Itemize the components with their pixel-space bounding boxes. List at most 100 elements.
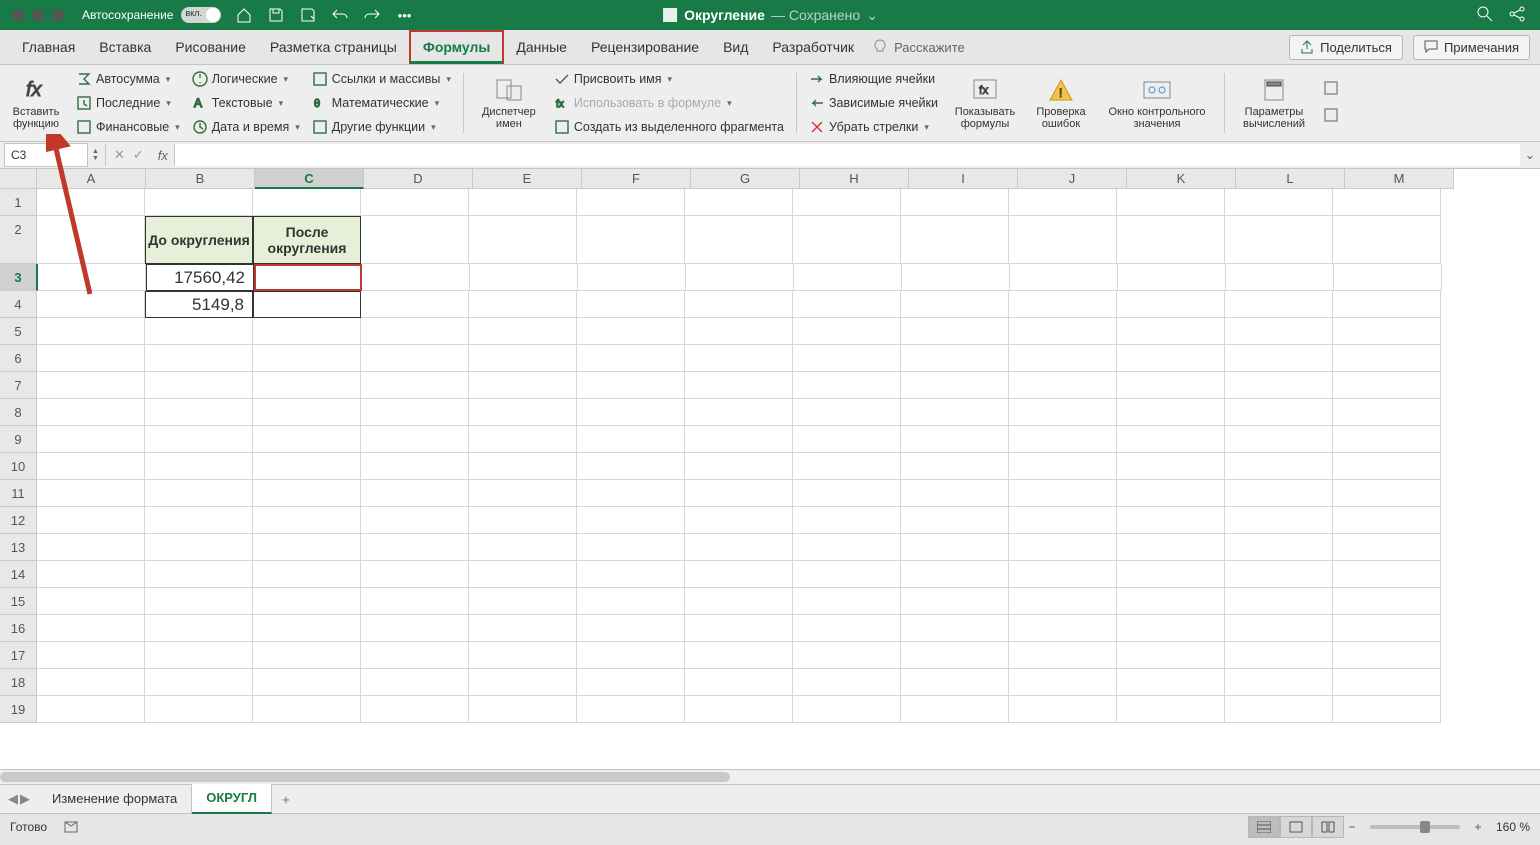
expand-formula-bar-icon[interactable]: ⌄	[1520, 147, 1540, 163]
cell-F7[interactable]	[577, 372, 685, 399]
sheet-tab-1[interactable]: ОКРУГЛ	[192, 784, 272, 814]
cell-B9[interactable]	[145, 426, 253, 453]
cell-J7[interactable]	[1009, 372, 1117, 399]
cell-F10[interactable]	[577, 453, 685, 480]
cell-L8[interactable]	[1225, 399, 1333, 426]
cell-B7[interactable]	[145, 372, 253, 399]
page-layout-view-button[interactable]	[1280, 816, 1312, 838]
cell-K17[interactable]	[1117, 642, 1225, 669]
cell-D17[interactable]	[361, 642, 469, 669]
cell-E17[interactable]	[469, 642, 577, 669]
cell-L6[interactable]	[1225, 345, 1333, 372]
cell-A11[interactable]	[37, 480, 145, 507]
cell-B13[interactable]	[145, 534, 253, 561]
row-header-12[interactable]: 12	[0, 507, 37, 534]
accessibility-icon[interactable]	[63, 818, 79, 837]
cell-J1[interactable]	[1009, 189, 1117, 216]
col-header-F[interactable]: F	[582, 169, 691, 189]
cell-K5[interactable]	[1117, 318, 1225, 345]
cell-A5[interactable]	[37, 318, 145, 345]
cell-A13[interactable]	[37, 534, 145, 561]
zoom-out-button[interactable]: −	[1344, 820, 1360, 834]
row-header-18[interactable]: 18	[0, 669, 37, 696]
cell-H5[interactable]	[793, 318, 901, 345]
cell-K7[interactable]	[1117, 372, 1225, 399]
cell-A4[interactable]	[37, 291, 145, 318]
cell-J3[interactable]	[1010, 264, 1118, 291]
row-header-6[interactable]: 6	[0, 345, 37, 372]
cell-L7[interactable]	[1225, 372, 1333, 399]
cell-K10[interactable]	[1117, 453, 1225, 480]
add-sheet-button[interactable]: +	[272, 792, 300, 807]
cell-A3[interactable]	[38, 264, 146, 291]
share-icon[interactable]	[1508, 5, 1526, 26]
cell-B5[interactable]	[145, 318, 253, 345]
cell-M13[interactable]	[1333, 534, 1441, 561]
cell-A15[interactable]	[37, 588, 145, 615]
cell-J5[interactable]	[1009, 318, 1117, 345]
cell-M19[interactable]	[1333, 696, 1441, 723]
cell-C18[interactable]	[253, 669, 361, 696]
cell-G11[interactable]	[685, 480, 793, 507]
col-header-C[interactable]: C	[255, 169, 364, 189]
cell-G2[interactable]	[685, 216, 793, 264]
cell-E2[interactable]	[469, 216, 577, 264]
cell-M1[interactable]	[1333, 189, 1441, 216]
cell-F14[interactable]	[577, 561, 685, 588]
cell-E16[interactable]	[469, 615, 577, 642]
row-header-13[interactable]: 13	[0, 534, 37, 561]
autosave-toggle[interactable]: вкл.	[181, 7, 221, 23]
cell-B6[interactable]	[145, 345, 253, 372]
cell-A18[interactable]	[37, 669, 145, 696]
undo-icon[interactable]	[331, 6, 349, 24]
cell-B15[interactable]	[145, 588, 253, 615]
col-header-J[interactable]: J	[1018, 169, 1127, 189]
cell-J17[interactable]	[1009, 642, 1117, 669]
close-icon[interactable]	[12, 9, 24, 21]
cell-B17[interactable]	[145, 642, 253, 669]
cell-G12[interactable]	[685, 507, 793, 534]
cell-L3[interactable]	[1226, 264, 1334, 291]
zoom-slider[interactable]	[1370, 825, 1460, 829]
cell-K6[interactable]	[1117, 345, 1225, 372]
cell-H11[interactable]	[793, 480, 901, 507]
cell-F8[interactable]	[577, 399, 685, 426]
cell-I13[interactable]	[901, 534, 1009, 561]
cell-G14[interactable]	[685, 561, 793, 588]
cell-A19[interactable]	[37, 696, 145, 723]
cell-H9[interactable]	[793, 426, 901, 453]
tell-me[interactable]: Расскажите	[872, 39, 965, 55]
cell-L10[interactable]	[1225, 453, 1333, 480]
cell-D14[interactable]	[361, 561, 469, 588]
tab-data[interactable]: Данные	[504, 30, 579, 64]
cell-D10[interactable]	[361, 453, 469, 480]
cell-I17[interactable]	[901, 642, 1009, 669]
row-header-19[interactable]: 19	[0, 696, 37, 723]
cell-E3[interactable]	[470, 264, 578, 291]
cell-L12[interactable]	[1225, 507, 1333, 534]
cell-F13[interactable]	[577, 534, 685, 561]
cell-C11[interactable]	[253, 480, 361, 507]
cell-G13[interactable]	[685, 534, 793, 561]
cell-I3[interactable]	[902, 264, 1010, 291]
cell-G3[interactable]	[686, 264, 794, 291]
cell-A8[interactable]	[37, 399, 145, 426]
cell-E7[interactable]	[469, 372, 577, 399]
cell-A1[interactable]	[37, 189, 145, 216]
cell-A17[interactable]	[37, 642, 145, 669]
cell-H16[interactable]	[793, 615, 901, 642]
cell-J15[interactable]	[1009, 588, 1117, 615]
cell-B14[interactable]	[145, 561, 253, 588]
name-box-stepper[interactable]: ▲▼	[92, 148, 99, 162]
fx-icon[interactable]: fx	[152, 148, 174, 163]
cell-A14[interactable]	[37, 561, 145, 588]
cell-M15[interactable]	[1333, 588, 1441, 615]
cell-A2[interactable]	[37, 216, 145, 264]
cell-M16[interactable]	[1333, 615, 1441, 642]
cell-B2[interactable]: До округления	[145, 216, 253, 264]
name-box[interactable]: C3	[4, 143, 88, 167]
cell-D6[interactable]	[361, 345, 469, 372]
cell-G9[interactable]	[685, 426, 793, 453]
select-all-corner[interactable]	[0, 169, 37, 189]
sheet-tab-0[interactable]: Изменение формата	[38, 785, 192, 813]
